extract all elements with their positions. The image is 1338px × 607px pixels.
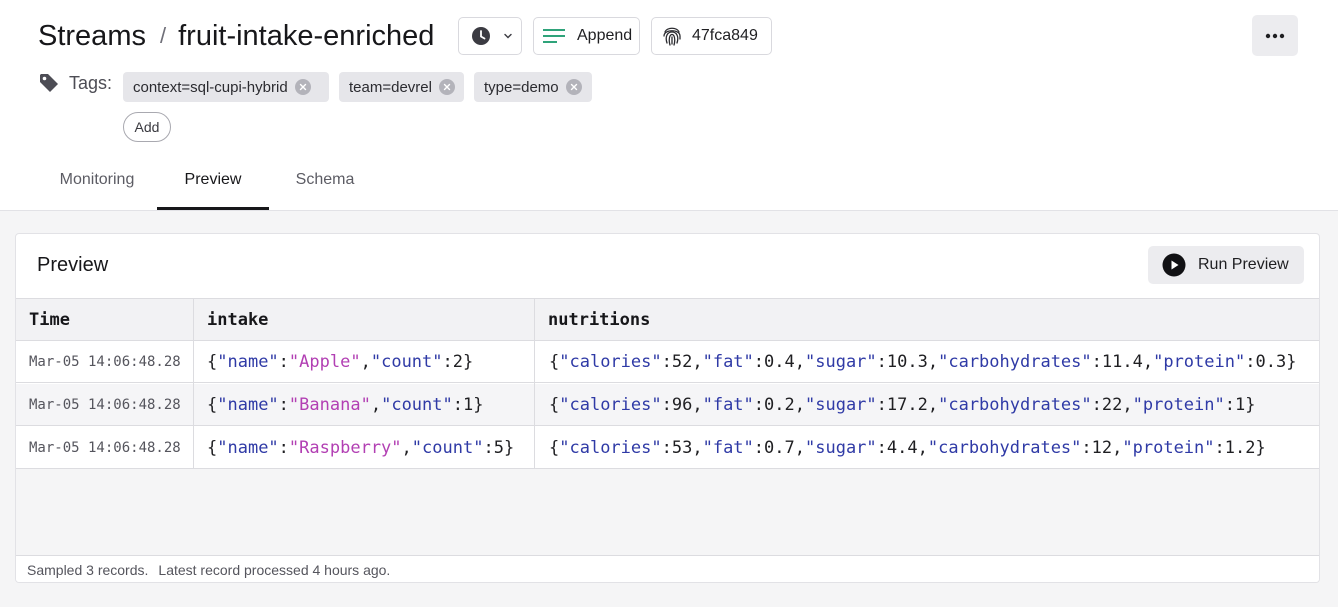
stream-mode-button[interactable]: Append (533, 17, 640, 55)
page-header: Streams / fruit-intake-enriched Append 4… (0, 0, 1338, 211)
tags-row: Tags: (38, 72, 112, 94)
intake-cell: {"name": "Raspberry", "count":5} (207, 438, 515, 458)
table-row[interactable]: Mar-05 14:06:48.28 {"name": "Apple", "coun… (16, 341, 1319, 383)
more-actions-button[interactable] (1252, 15, 1298, 56)
chevron-down-icon (504, 33, 512, 39)
tag-chip: team=devrel (339, 72, 464, 102)
tab-preview[interactable]: Preview (157, 158, 269, 210)
tag-label: context=sql-cupi-hybrid (133, 78, 288, 96)
table-empty-area (16, 469, 1319, 555)
column-header-nutritions: nutritions (548, 310, 651, 330)
column-header-time: Time (29, 310, 70, 330)
remove-tag-icon[interactable] (294, 79, 311, 95)
add-tag-button[interactable]: Add (123, 112, 171, 142)
tag-icon (40, 74, 58, 92)
version-id-button[interactable]: 47fca849 (651, 17, 772, 55)
nutritions-cell: {"calories":52, "fat":0.4, "sugar":10.3, "c… (549, 352, 1297, 372)
intake-cell: {"name": "Apple", "count":2} (207, 352, 474, 372)
table-header: Time intake nutritions (16, 298, 1319, 341)
remove-tag-icon[interactable] (438, 79, 455, 95)
column-divider (193, 298, 194, 469)
table-row[interactable]: Mar-05 14:06:48.28 {"name": "Raspberry", "… (16, 427, 1319, 469)
play-icon (1162, 253, 1186, 277)
tag-chip: type=demo (474, 72, 592, 102)
remove-tag-icon[interactable] (565, 79, 582, 95)
page-title: fruit-intake-enriched (178, 19, 435, 52)
preview-title: Preview (37, 254, 109, 276)
column-header-intake: intake (207, 310, 269, 330)
breadcrumb-streams-link[interactable]: Streams (38, 20, 146, 53)
clock-icon (472, 27, 490, 45)
time-cell: Mar-05 14:06:48.28 (29, 440, 181, 456)
tab-monitoring[interactable]: Monitoring (37, 158, 157, 210)
run-preview-button[interactable]: Run Preview (1148, 246, 1304, 284)
append-lines-icon (543, 29, 565, 43)
breadcrumb: Streams / fruit-intake-enriched (38, 15, 434, 57)
tag-chip: context=sql-cupi-hybrid (123, 72, 329, 102)
breadcrumb-separator: / (159, 23, 167, 48)
fingerprint-icon (663, 27, 681, 46)
time-range-dropdown[interactable] (458, 17, 522, 55)
tag-label: team=devrel (349, 78, 432, 96)
more-horizontal-icon (1265, 33, 1285, 38)
intake-cell: {"name": "Banana", "count":1} (207, 395, 484, 415)
table-row[interactable]: Mar-05 14:06:48.28 {"name": "Banana", "cou… (16, 384, 1319, 426)
run-preview-label: Run Preview (1198, 256, 1289, 273)
stream-mode-label: Append (577, 27, 633, 44)
column-divider (534, 298, 535, 469)
tag-label: type=demo (484, 78, 559, 96)
time-cell: Mar-05 14:06:48.28 (29, 354, 181, 370)
tags-label: Tags: (69, 72, 113, 93)
preview-footer: Sampled 3 records. Latest record process… (16, 555, 1319, 582)
latest-record-status: Latest record processed 4 hours ago. (158, 561, 391, 578)
nutritions-cell: {"calories":53, "fat":0.7, "sugar":4.4, "ca… (549, 438, 1266, 458)
sampled-count: Sampled 3 records. (27, 561, 149, 578)
nutritions-cell: {"calories":96, "fat":0.2, "sugar":17.2, "c… (549, 395, 1256, 415)
preview-card: Preview Run Preview Time intake nutritio… (15, 233, 1320, 583)
tab-schema[interactable]: Schema (269, 158, 381, 210)
time-cell: Mar-05 14:06:48.28 (29, 397, 181, 413)
version-id-label: 47fca849 (692, 27, 758, 44)
